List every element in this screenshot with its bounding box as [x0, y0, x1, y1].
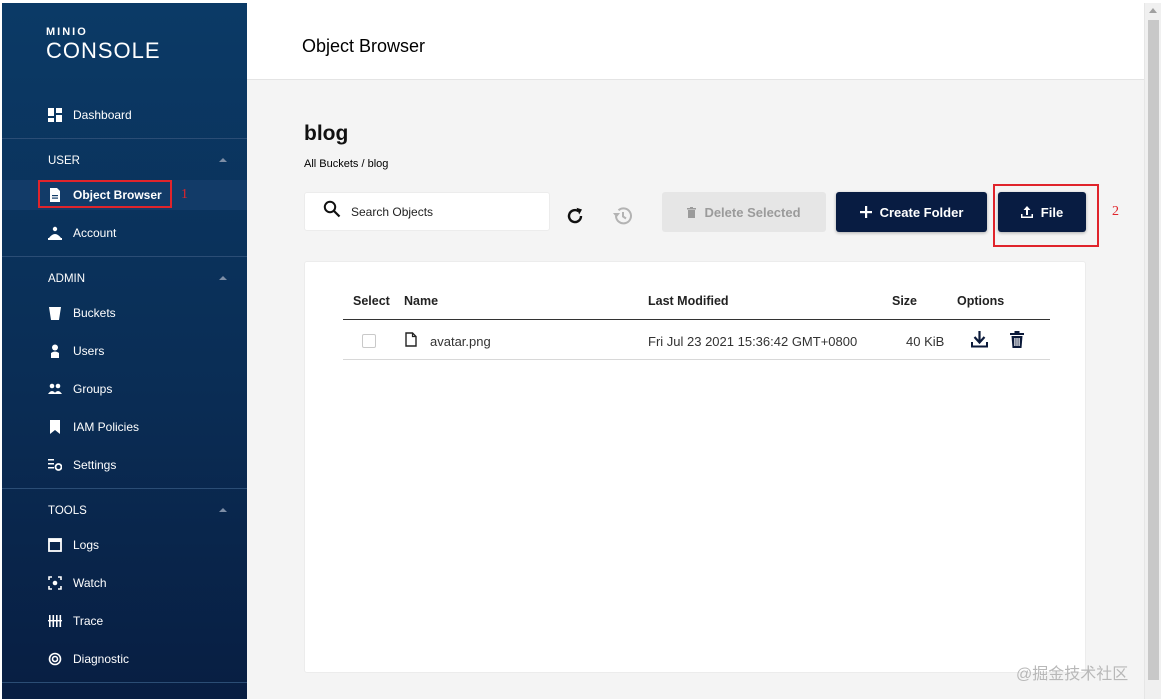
- sidebar-item-label: Users: [73, 344, 105, 358]
- diagnostic-icon: [48, 652, 62, 666]
- row-size: 40 KiB: [906, 334, 945, 349]
- user-icon: [48, 344, 62, 358]
- vertical-scrollbar[interactable]: [1144, 3, 1161, 699]
- collapse-caret-icon: [219, 276, 227, 280]
- sidebar-item-iam-policies[interactable]: IAM Policies: [2, 412, 247, 442]
- sidebar-divider: [2, 682, 247, 683]
- column-header-size[interactable]: Size: [892, 294, 917, 308]
- sidebar-item-label: Groups: [73, 382, 113, 396]
- column-header-name[interactable]: Name: [404, 294, 438, 308]
- history-icon: [613, 207, 632, 225]
- sidebar-item-account[interactable]: Account: [2, 218, 247, 248]
- sidebar-item-label: Buckets: [73, 306, 116, 320]
- sidebar-item-label: Account: [73, 226, 117, 240]
- row-select-checkbox[interactable]: [362, 334, 376, 348]
- column-header-select: Select: [353, 294, 390, 308]
- sidebar-item-label: Trace: [73, 614, 104, 628]
- table-row-divider: [343, 359, 1050, 360]
- file-icon: [405, 332, 417, 352]
- watermark: @掘金技术社区: [1016, 666, 1129, 683]
- main-content: blog All Buckets / blog Delete Selected …: [247, 80, 1144, 699]
- logo-big-text: CONSOLE: [46, 38, 161, 63]
- sidebar: MINIO CONSOLE Dashboard USER Object Brow…: [2, 3, 247, 699]
- delete-selected-button[interactable]: Delete Selected: [662, 192, 826, 232]
- column-header-last-modified[interactable]: Last Modified: [648, 294, 729, 308]
- bucket-icon: [48, 306, 62, 320]
- search-icon: [323, 200, 341, 223]
- trace-icon: [48, 614, 62, 628]
- search-box[interactable]: [304, 192, 550, 231]
- sidebar-item-label: Settings: [73, 458, 117, 472]
- sidebar-item-watch[interactable]: Watch: [2, 568, 247, 598]
- sidebar-item-diagnostic[interactable]: Diagnostic: [2, 644, 247, 674]
- bookmark-icon: [48, 420, 62, 434]
- refresh-icon: [567, 207, 583, 224]
- settings-icon: [48, 458, 63, 472]
- collapse-caret-icon: [219, 508, 227, 512]
- watch-icon: [48, 576, 62, 590]
- section-tools-header[interactable]: TOOLS: [2, 501, 247, 521]
- sidebar-item-buckets[interactable]: Buckets: [2, 298, 247, 328]
- sidebar-item-logs[interactable]: Logs: [2, 530, 247, 560]
- rewind-history-button[interactable]: [610, 203, 636, 229]
- create-folder-button[interactable]: Create Folder: [836, 192, 987, 232]
- annotation-box-2: [993, 184, 1099, 247]
- trash-icon: [687, 206, 697, 218]
- scrollbar-thumb[interactable]: [1148, 20, 1159, 680]
- sidebar-divider: [2, 488, 247, 489]
- sidebar-item-trace[interactable]: Trace: [2, 606, 247, 636]
- row-last-modified: Fri Jul 23 2021 15:36:42 GMT+0800: [648, 334, 858, 349]
- sidebar-item-groups[interactable]: Groups: [2, 374, 247, 404]
- logo-small-text: MINIO: [46, 26, 88, 38]
- plus-icon: [859, 206, 872, 218]
- create-folder-label: Create Folder: [879, 204, 964, 220]
- collapse-caret-icon: [219, 158, 227, 162]
- search-input[interactable]: [351, 204, 531, 219]
- delete-selected-label: Delete Selected: [704, 204, 801, 220]
- minio-console-logo[interactable]: MINIO CONSOLE: [46, 27, 161, 62]
- sidebar-item-users[interactable]: Users: [2, 336, 247, 366]
- sidebar-item-label: Watch: [73, 576, 107, 590]
- sidebar-item-label: Dashboard: [73, 108, 132, 122]
- groups-icon: [48, 382, 62, 396]
- scroll-up-icon[interactable]: [1149, 8, 1157, 13]
- sidebar-item-label: IAM Policies: [73, 420, 140, 434]
- sidebar-divider: [2, 138, 247, 139]
- sidebar-item-label: Logs: [73, 538, 100, 552]
- breadcrumb[interactable]: All Buckets / blog: [304, 158, 388, 170]
- page-header: Object Browser: [247, 3, 1144, 80]
- bucket-name: blog: [304, 122, 349, 145]
- account-icon: [48, 226, 62, 240]
- section-admin-header[interactable]: ADMIN: [2, 269, 247, 289]
- column-header-options: Options: [957, 294, 1005, 308]
- delete-icon[interactable]: [1010, 331, 1024, 353]
- sidebar-item-dashboard[interactable]: Dashboard: [2, 100, 247, 130]
- page-title: Object Browser: [302, 36, 426, 56]
- download-icon[interactable]: [971, 330, 988, 353]
- logs-icon: [48, 538, 62, 552]
- annotation-marker-2: 2: [1112, 204, 1119, 219]
- annotation-marker-1: 1: [181, 187, 188, 202]
- section-user-label: USER: [48, 155, 80, 167]
- table-header-divider: [343, 319, 1050, 320]
- sidebar-item-label: Diagnostic: [73, 652, 130, 666]
- objects-table-panel: Select Name Last Modified Size Options a…: [304, 261, 1086, 673]
- dashboard-icon: [48, 108, 62, 122]
- sidebar-item-settings[interactable]: Settings: [2, 450, 247, 480]
- sidebar-divider: [2, 256, 247, 257]
- section-admin-label: ADMIN: [48, 273, 86, 285]
- refresh-button[interactable]: [562, 203, 588, 229]
- row-file-name[interactable]: avatar.png: [430, 334, 491, 349]
- section-user-header[interactable]: USER: [2, 151, 247, 171]
- annotation-box-1: [38, 180, 172, 208]
- section-tools-label: TOOLS: [48, 505, 87, 517]
